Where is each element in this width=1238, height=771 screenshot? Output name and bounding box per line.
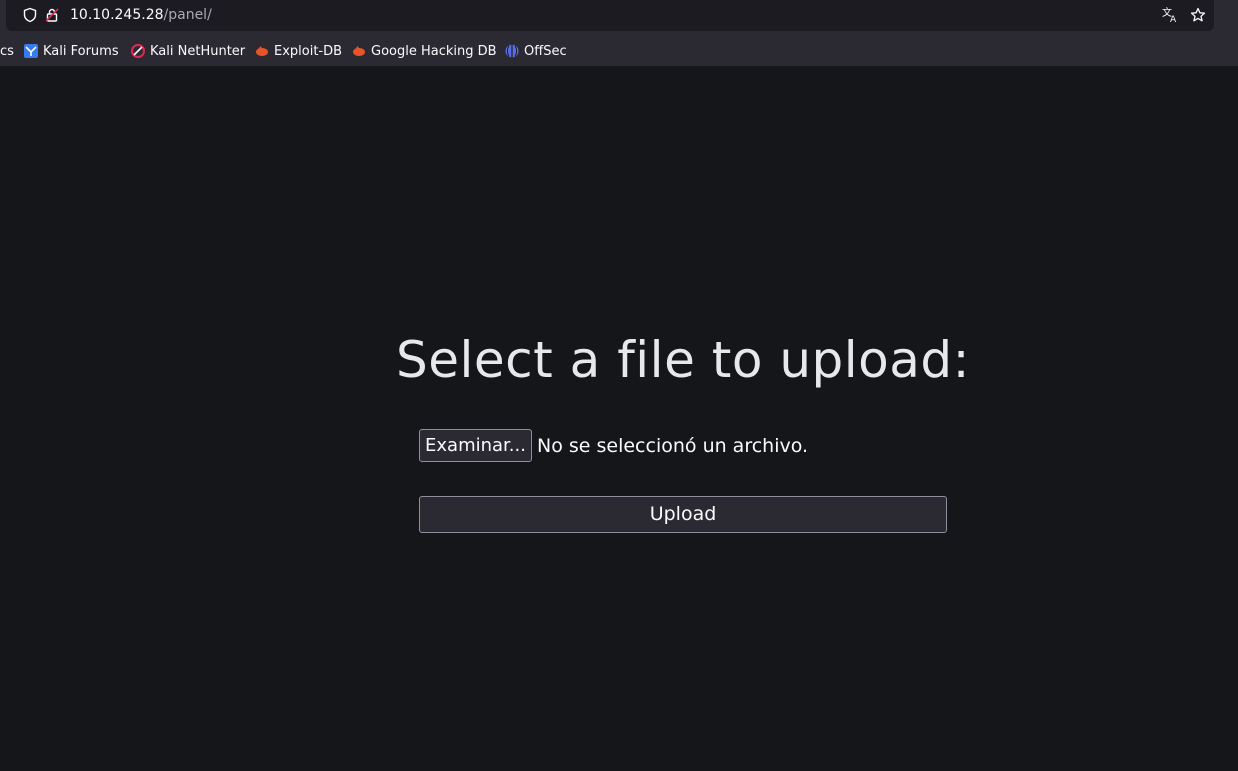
browser-chrome: 10.10.245.28/panel/ 文A cs Kali Forums Ka… xyxy=(0,0,1238,66)
translate-icon[interactable]: 文A xyxy=(1161,6,1179,24)
browse-file-button[interactable]: Examinar... xyxy=(419,429,532,462)
bookmark-label: Kali Forums xyxy=(43,43,119,59)
bookmark-exploit-db[interactable]: Exploit-DB xyxy=(255,42,342,60)
url-bar[interactable]: 10.10.245.28/panel/ 文A xyxy=(6,0,1214,31)
bookmark-google-hacking-db[interactable]: Google Hacking DB xyxy=(352,42,497,60)
url-text[interactable]: 10.10.245.28/panel/ xyxy=(70,6,212,24)
bookmark-star-icon[interactable] xyxy=(1189,6,1207,24)
kali-dragon-icon xyxy=(24,44,38,58)
page-content: Select a file to upload: Examinar... No … xyxy=(0,66,1238,771)
bookmark-label: Google Hacking DB xyxy=(371,43,497,59)
ghdb-icon xyxy=(352,44,366,58)
file-status-text: No se seleccionó un archivo. xyxy=(537,435,809,457)
nethunter-icon xyxy=(131,44,145,58)
upload-button[interactable]: Upload xyxy=(419,496,947,533)
bookmark-label: Kali NetHunter xyxy=(150,43,246,59)
svg-text:A: A xyxy=(1170,15,1177,24)
bookmark-offsec[interactable]: OffSec xyxy=(505,42,567,60)
offsec-icon xyxy=(505,44,519,58)
bookmark-label: cs xyxy=(0,43,14,59)
shield-icon[interactable] xyxy=(21,6,39,24)
bookmark-label: OffSec xyxy=(524,43,567,59)
bookmark-kali-nethunter[interactable]: Kali NetHunter xyxy=(131,42,245,60)
exploit-db-icon xyxy=(255,44,269,58)
url-path: /panel/ xyxy=(163,7,212,23)
bookmarks-toolbar: cs Kali Forums Kali NetHunter Exploit-DB… xyxy=(0,36,1238,66)
insecure-lock-icon[interactable] xyxy=(43,6,61,24)
bookmark-truncated[interactable]: cs xyxy=(0,42,14,60)
bookmark-label: Exploit-DB xyxy=(274,43,343,59)
url-host: 10.10.245.28 xyxy=(70,7,164,23)
bookmark-kali-forums[interactable]: Kali Forums xyxy=(24,42,119,60)
page-title: Select a file to upload: xyxy=(396,331,970,389)
